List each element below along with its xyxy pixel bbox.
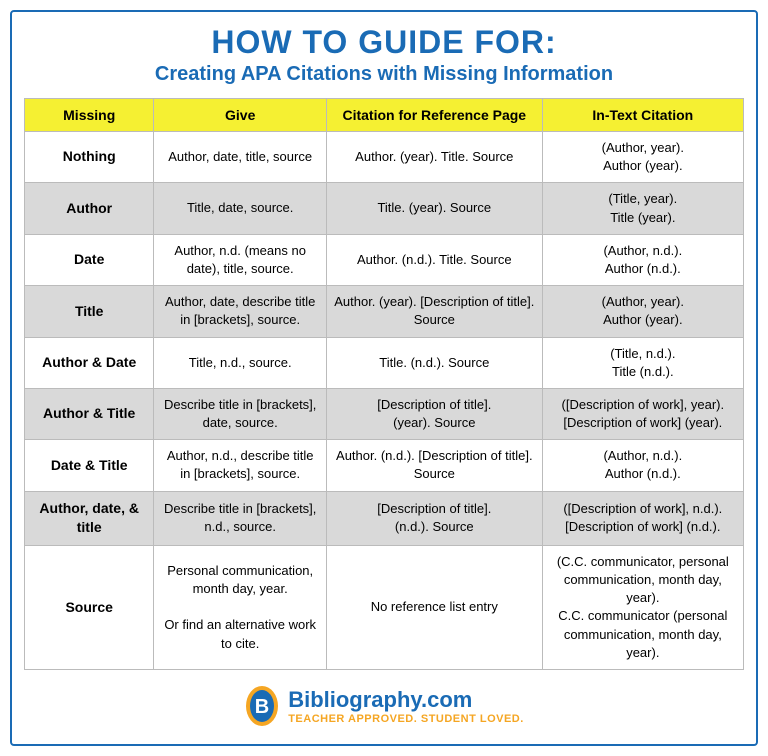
cell-give: Author, n.d., describe title in [bracket… [154, 440, 327, 491]
main-title: HOW TO GUIDE FOR: [24, 24, 744, 61]
cell-citation: Author. (n.d.). Title. Source [326, 234, 542, 285]
cell-missing: Date & Title [25, 440, 154, 491]
cell-give: Author, n.d. (means no date), title, sou… [154, 234, 327, 285]
cell-give: Title, date, source. [154, 183, 327, 234]
table-header-row: Missing Give Citation for Reference Page… [25, 99, 744, 132]
cell-missing: Date [25, 234, 154, 285]
table-row: TitleAuthor, date, describe title in [br… [25, 286, 744, 337]
cell-missing: Source [25, 545, 154, 669]
table-row: AuthorTitle, date, source.Title. (year).… [25, 183, 744, 234]
cell-citation: [Description of title]. (n.d.). Source [326, 491, 542, 545]
table-row: Date & TitleAuthor, n.d., describe title… [25, 440, 744, 491]
cell-intext: (Title, n.d.). Title (n.d.). [542, 337, 743, 388]
cell-give: Describe title in [brackets], n.d., sour… [154, 491, 327, 545]
cell-citation: No reference list entry [326, 545, 542, 669]
cell-give: Personal communication, month day, year.… [154, 545, 327, 669]
cell-missing: Author [25, 183, 154, 234]
cell-intext: (Author, year). Author (year). [542, 286, 743, 337]
cell-missing: Nothing [25, 132, 154, 183]
cell-citation: [Description of title]. (year). Source [326, 388, 542, 439]
cell-missing: Author & Title [25, 388, 154, 439]
cell-missing: Title [25, 286, 154, 337]
header-missing: Missing [25, 99, 154, 132]
footer: B Bibliography.com TEACHER APPROVED. STU… [24, 684, 744, 728]
header-citation: Citation for Reference Page [326, 99, 542, 132]
main-container: HOW TO GUIDE FOR: Creating APA Citations… [10, 10, 758, 746]
footer-text-block: Bibliography.com TEACHER APPROVED. STUDE… [288, 687, 524, 725]
cell-intext: (C.C. communicator, personal communicati… [542, 545, 743, 669]
cell-citation: Author. (year). [Description of title]. … [326, 286, 542, 337]
table-row: SourcePersonal communication, month day,… [25, 545, 744, 669]
table-row: Author, date, & titleDescribe title in [… [25, 491, 744, 545]
cell-missing: Author & Date [25, 337, 154, 388]
header-give: Give [154, 99, 327, 132]
table-row: NothingAuthor, date, title, sourceAuthor… [25, 132, 744, 183]
svg-text:B: B [255, 696, 269, 718]
table-row: DateAuthor, n.d. (means no date), title,… [25, 234, 744, 285]
sub-title: Creating APA Citations with Missing Info… [24, 63, 744, 86]
cell-give: Author, date, describe title in [bracket… [154, 286, 327, 337]
footer-tagline: TEACHER APPROVED. STUDENT LOVED. [288, 713, 524, 725]
cell-give: Author, date, title, source [154, 132, 327, 183]
footer-domain: Bibliography.com [288, 687, 472, 713]
cell-citation: Title. (year). Source [326, 183, 542, 234]
cell-give: Describe title in [brackets], date, sour… [154, 388, 327, 439]
header-intext: In-Text Citation [542, 99, 743, 132]
table-row: Author & DateTitle, n.d., source.Title. … [25, 337, 744, 388]
citation-table: Missing Give Citation for Reference Page… [24, 98, 744, 670]
cell-citation: Title. (n.d.). Source [326, 337, 542, 388]
cell-intext: ([Description of work], n.d.). [Descript… [542, 491, 743, 545]
cell-intext: (Title, year). Title (year). [542, 183, 743, 234]
cell-missing: Author, date, & title [25, 491, 154, 545]
table-row: Author & TitleDescribe title in [bracket… [25, 388, 744, 439]
cell-citation: Author. (n.d.). [Description of title]. … [326, 440, 542, 491]
cell-intext: ([Description of work], year). [Descript… [542, 388, 743, 439]
cell-citation: Author. (year). Title. Source [326, 132, 542, 183]
bibliography-logo-icon: B [244, 684, 280, 728]
cell-intext: (Author, year). Author (year). [542, 132, 743, 183]
cell-give: Title, n.d., source. [154, 337, 327, 388]
cell-intext: (Author, n.d.). Author (n.d.). [542, 234, 743, 285]
cell-intext: (Author, n.d.). Author (n.d.). [542, 440, 743, 491]
